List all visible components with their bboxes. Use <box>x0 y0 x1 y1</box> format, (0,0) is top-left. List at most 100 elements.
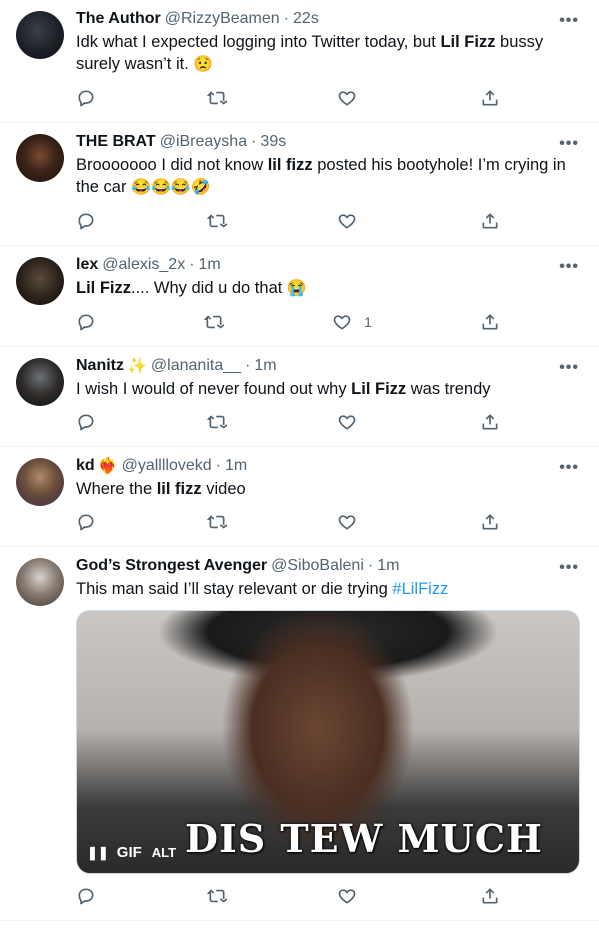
tweet[interactable]: kd ❤️‍🔥 @yallllovekd · 1m ••• Where the lil fi… <box>0 447 599 547</box>
like-icon <box>337 512 357 532</box>
user-handle[interactable]: @lananita__ <box>151 357 241 375</box>
display-name[interactable]: Nanitz <box>76 357 124 375</box>
share-button[interactable] <box>480 88 500 108</box>
text-segment: Where the <box>76 480 157 498</box>
avatar[interactable] <box>16 558 64 606</box>
share-icon <box>480 312 500 332</box>
more-icon[interactable]: ••• <box>559 559 579 577</box>
separator-dot: · <box>189 256 195 273</box>
retweet-button[interactable] <box>206 512 227 532</box>
tweet-feed: The Author @RizzyBeamen · 22s ••• Idk what I … <box>0 0 599 921</box>
retweet-icon <box>206 412 227 432</box>
share-button[interactable] <box>480 512 500 532</box>
name-emoji: ❤️‍🔥 <box>97 458 118 475</box>
separator-dot: · <box>251 133 257 150</box>
reply-button[interactable] <box>76 312 96 332</box>
tweet-header: lex @alexis_2x · 1m <box>76 254 585 276</box>
like-button[interactable] <box>337 211 369 231</box>
text-segment: was trendy <box>406 380 491 398</box>
more-icon[interactable]: ••• <box>559 459 579 477</box>
like-icon <box>337 211 357 231</box>
hashtag-link[interactable]: #LilFizz <box>392 580 448 598</box>
user-handle[interactable]: @iBreaysha <box>160 133 247 151</box>
reply-button[interactable] <box>76 211 96 231</box>
display-name[interactable]: God’s Strongest Avenger <box>76 557 267 575</box>
reply-button[interactable] <box>76 88 96 108</box>
tweet-actions <box>76 886 500 920</box>
gif-controls: ❚❚ GIF ALT <box>87 844 176 861</box>
tweet[interactable]: The Author @RizzyBeamen · 22s ••• Idk what I … <box>0 0 599 123</box>
tweet-actions: 1 <box>76 312 500 346</box>
like-button[interactable] <box>337 412 369 432</box>
timestamp[interactable]: 1m <box>225 457 247 475</box>
share-button[interactable] <box>480 412 500 432</box>
display-name[interactable]: The Author <box>76 10 161 28</box>
text-segment: This man said I’ll stay relevant or die … <box>76 580 393 598</box>
like-icon <box>337 886 357 906</box>
tweet-text: Brooooooo I did not know lil fizz posted… <box>76 154 585 199</box>
name-emoji: ✨ <box>127 358 147 375</box>
timestamp[interactable]: 39s <box>260 133 286 151</box>
tweet-header: THE BRAT @iBreaysha · 39s <box>76 131 585 153</box>
emoji: 😟 <box>193 56 214 73</box>
text-segment: Idk what I expected logging into Twitter… <box>76 33 441 51</box>
like-button[interactable] <box>337 886 369 906</box>
reply-icon <box>76 412 96 432</box>
tweet-header: God’s Strongest Avenger @SiboBaleni · 1m <box>76 555 585 577</box>
like-icon <box>337 412 357 432</box>
tweet[interactable]: God’s Strongest Avenger @SiboBaleni · 1m •••… <box>0 547 599 921</box>
avatar[interactable] <box>16 257 64 305</box>
separator-dot: · <box>215 457 221 474</box>
share-button[interactable] <box>480 211 500 231</box>
avatar[interactable] <box>16 358 64 406</box>
separator-dot: · <box>367 557 374 574</box>
alt-badge[interactable]: ALT <box>152 845 176 860</box>
timestamp[interactable]: 1m <box>199 256 221 274</box>
reply-button[interactable] <box>76 886 96 906</box>
retweet-icon <box>206 886 227 906</box>
tweet[interactable]: THE BRAT @iBreaysha · 39s ••• Brooooooo I did… <box>0 123 599 246</box>
user-handle[interactable]: @RizzyBeamen <box>165 10 280 28</box>
user-handle[interactable]: @SiboBaleni <box>271 557 364 575</box>
like-button[interactable] <box>337 512 369 532</box>
display-name[interactable]: lex <box>76 256 98 274</box>
retweet-button[interactable] <box>204 312 225 332</box>
like-button[interactable]: 1 <box>332 312 372 332</box>
gif-media[interactable]: ❚❚ GIF ALT DIS TEW MUCH <box>76 610 580 874</box>
display-name[interactable]: kd <box>76 457 95 475</box>
reply-button[interactable] <box>76 412 96 432</box>
display-name[interactable]: THE BRAT <box>76 133 156 151</box>
avatar[interactable] <box>16 134 64 182</box>
like-button[interactable] <box>337 88 369 108</box>
tweet-actions <box>76 512 500 546</box>
more-icon[interactable]: ••• <box>559 359 579 377</box>
tweet[interactable]: lex @alexis_2x · 1m ••• Lil Fizz.... Why did … <box>0 246 599 347</box>
user-handle[interactable]: @yallllovekd <box>122 457 212 475</box>
more-icon[interactable]: ••• <box>559 258 579 276</box>
more-icon[interactable]: ••• <box>559 135 579 153</box>
retweet-icon <box>206 512 227 532</box>
more-icon[interactable]: ••• <box>559 12 579 30</box>
avatar[interactable] <box>16 11 64 59</box>
timestamp[interactable]: 1m <box>254 357 276 375</box>
retweet-icon <box>206 211 227 231</box>
retweet-button[interactable] <box>206 211 227 231</box>
user-handle[interactable]: @alexis_2x <box>102 256 185 274</box>
timestamp[interactable]: 22s <box>293 10 319 28</box>
retweet-button[interactable] <box>206 412 227 432</box>
tweet-text: Where the lil fizz video <box>76 478 585 500</box>
reply-icon <box>76 312 96 332</box>
separator-dot: · <box>245 357 251 374</box>
avatar[interactable] <box>16 458 64 506</box>
pause-icon[interactable]: ❚❚ <box>87 845 109 861</box>
reply-button[interactable] <box>76 512 96 532</box>
share-button[interactable] <box>480 312 500 332</box>
tweet[interactable]: Nanitz ✨ @lananita__ · 1m ••• I wish I would o… <box>0 347 599 447</box>
highlight-term: lil fizz <box>156 480 202 498</box>
reply-icon <box>76 512 96 532</box>
timestamp[interactable]: 1m <box>377 557 399 575</box>
share-button[interactable] <box>480 886 500 906</box>
retweet-button[interactable] <box>206 88 227 108</box>
retweet-button[interactable] <box>206 886 227 906</box>
tweet-text: I wish I would of never found out why Li… <box>76 378 585 400</box>
